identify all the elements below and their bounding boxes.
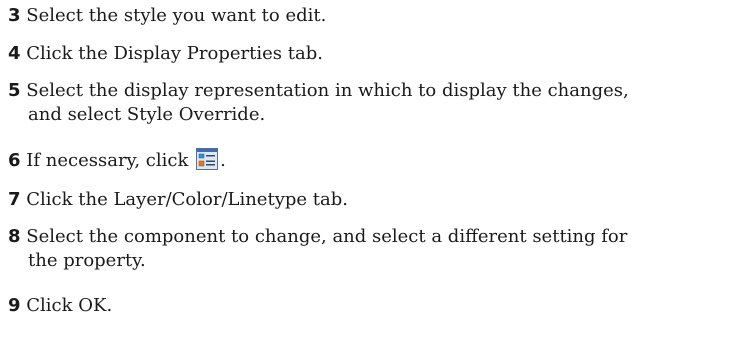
- step-number: 6: [8, 150, 21, 171]
- step-number: 7: [8, 189, 21, 210]
- step-number: 5: [8, 80, 21, 101]
- step-number: 4: [8, 43, 21, 64]
- step-6: 6 If necessary, click .: [8, 148, 753, 173]
- style-properties-icon: [196, 148, 219, 170]
- step-8: 8 Select the component to change, and se…: [8, 225, 753, 273]
- step-number: 3: [8, 5, 21, 26]
- step-text: Select the component to change, and sele…: [26, 226, 628, 247]
- step-7: 7 Click the Layer/Color/Linetype tab.: [8, 188, 753, 212]
- step-text: Click the Layer/Color/Linetype tab.: [26, 189, 348, 210]
- step-text-continued: and select Style Override.: [28, 104, 266, 125]
- step-text: If necessary, click: [26, 150, 189, 171]
- step-9: 9 Click OK.: [8, 294, 753, 318]
- step-5: 5 Select the display representation in w…: [8, 79, 753, 127]
- step-text: Select the style you want to edit.: [26, 5, 327, 26]
- step-text: Select the display representation in whi…: [26, 80, 629, 101]
- step-3: 3 Select the style you want to edit.: [8, 4, 753, 28]
- step-text: Click the Display Properties tab.: [26, 43, 323, 64]
- step-4: 4 Click the Display Properties tab.: [8, 42, 753, 66]
- step-number: 9: [8, 295, 21, 316]
- step-number: 8: [8, 226, 21, 247]
- step-text: Click OK.: [26, 295, 113, 316]
- step-text-end: .: [220, 150, 226, 171]
- step-text-continued: the property.: [28, 250, 146, 271]
